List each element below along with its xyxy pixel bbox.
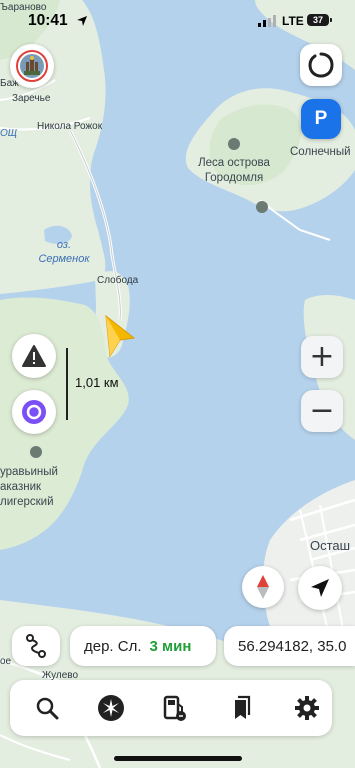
- zoom-out-button[interactable]: −: [301, 390, 343, 432]
- coordinates-text: 56.294182, 35.0: [238, 637, 347, 655]
- lake-label-line2: Серменок: [38, 253, 90, 265]
- gas-station-icon: [163, 695, 186, 721]
- network-type: LTE: [282, 14, 304, 28]
- discovery-icon: [98, 695, 124, 721]
- discovery-button[interactable]: [97, 694, 125, 722]
- gas-station-button[interactable]: [161, 694, 189, 722]
- current-location-arrow-icon: [105, 314, 136, 358]
- bookmarks-button[interactable]: [227, 694, 255, 722]
- lake-label-sermenok: оз. Серменок: [32, 238, 96, 266]
- place-label-solnechny: Солнечный: [290, 146, 351, 158]
- battery-level: 37: [312, 15, 323, 25]
- layers-button[interactable]: [300, 44, 342, 86]
- route-options-button[interactable]: [12, 626, 60, 666]
- my-location-button[interactable]: [298, 566, 342, 610]
- alice-assistant-icon: [22, 400, 46, 424]
- settings-button[interactable]: [293, 694, 321, 722]
- parking-icon: P: [314, 108, 328, 129]
- place-label-sloboda: Слобода: [97, 275, 139, 286]
- place-label-nikola-rozhok: Никола Рожок: [37, 121, 103, 132]
- battery-indicator: 37: [307, 14, 332, 26]
- map-scale-label: 1,01 км: [75, 375, 119, 390]
- place-label-okh: ОЩ: [0, 128, 18, 139]
- signal-icon: [258, 15, 276, 27]
- reserve-label-line2: аказник: [0, 481, 42, 493]
- place-label-gorodomlya-forest: Леса острова Городомля: [190, 156, 278, 186]
- compass-icon: [257, 575, 269, 599]
- search-icon: [36, 697, 59, 720]
- forest-label-line2: Городомля: [204, 172, 264, 184]
- parking-button[interactable]: P: [301, 99, 341, 139]
- reserve-label-line3: лигерский: [0, 496, 54, 508]
- home-indicator: [114, 756, 242, 761]
- status-time: 10:41: [28, 12, 68, 29]
- bookmarks-icon: [235, 695, 251, 719]
- status-bar: 10:41 LTE 37: [0, 0, 355, 44]
- route-destination: дер. Сл.: [84, 637, 142, 655]
- place-label-zarechye: Заречье: [12, 93, 51, 104]
- profile-button[interactable]: [10, 44, 54, 88]
- place-label-reserve: уравьиный аказник лигерский: [0, 465, 58, 510]
- place-label-ostash: Осташ: [310, 538, 351, 553]
- route-summary[interactable]: дер. Сл. 3 мин: [70, 626, 216, 666]
- route-icon: [26, 634, 46, 658]
- map-scale-bar: [66, 348, 68, 420]
- location-services-icon: [77, 16, 87, 26]
- route-duration: 3 мин: [149, 637, 192, 655]
- place-label-oe: ое: [0, 656, 12, 667]
- layers-circle-icon: [308, 52, 334, 78]
- settings-icon: [295, 696, 319, 720]
- search-button[interactable]: [33, 694, 61, 722]
- profile-avatar-icon: [16, 50, 48, 82]
- navigation-arrow-icon: [311, 579, 329, 597]
- bottom-toolbar: [10, 680, 332, 736]
- lake-label-line1: оз.: [56, 239, 72, 251]
- coordinates-panel[interactable]: 56.294182, 35.0: [224, 626, 355, 666]
- forest-label-line1: Леса острова: [198, 157, 270, 169]
- reserve-label-line1: уравьиный: [0, 466, 58, 478]
- compass-button[interactable]: [242, 566, 284, 608]
- warning-triangle-icon: [22, 345, 46, 367]
- alice-assistant-button[interactable]: [12, 390, 56, 434]
- road-alert-button[interactable]: [12, 334, 56, 378]
- zoom-in-button[interactable]: +: [301, 336, 343, 378]
